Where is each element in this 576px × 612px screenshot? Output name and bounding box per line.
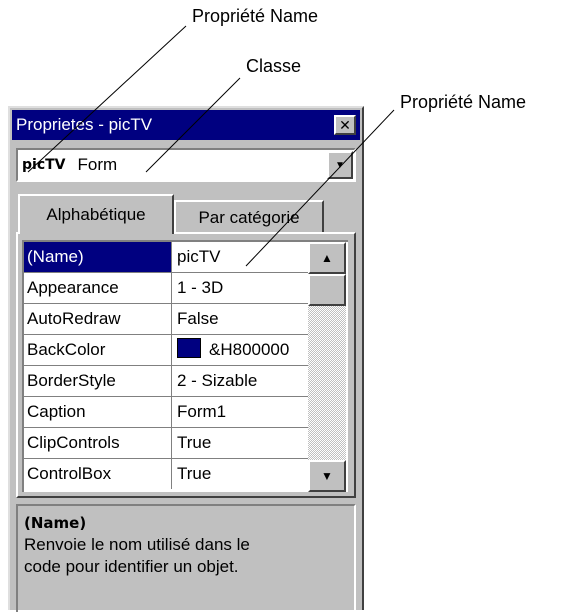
description-line-2: code pour identifier un objet. xyxy=(24,557,239,576)
property-row-caption[interactable]: Caption Form1 xyxy=(24,397,308,428)
property-value[interactable]: picTV xyxy=(173,242,308,272)
property-name: ClipControls xyxy=(24,428,172,458)
property-value[interactable]: True xyxy=(173,459,308,489)
color-swatch xyxy=(177,338,201,358)
description-panel: (Name) Renvoie le nom utilisé dans le co… xyxy=(16,504,356,612)
property-value[interactable]: True xyxy=(173,428,308,458)
tab-alphabetique[interactable]: Alphabétique xyxy=(18,194,174,234)
arrow-up-icon: ▲ xyxy=(321,251,333,265)
tab-par-categorie[interactable]: Par catégorie xyxy=(174,200,324,234)
window-title: Proprietes - picTV xyxy=(16,115,153,134)
property-name: BackColor xyxy=(24,335,172,365)
vertical-scrollbar[interactable]: ▲ ▼ xyxy=(308,242,346,492)
close-button[interactable]: ✕ xyxy=(334,115,356,135)
property-name: Caption xyxy=(24,397,172,427)
description-title: (Name) xyxy=(24,514,87,532)
property-row-clipcontrols[interactable]: ClipControls True xyxy=(24,428,308,459)
property-grid: (Name) picTV Appearance 1 - 3D AutoRedra… xyxy=(22,240,348,492)
arrow-down-icon: ▼ xyxy=(321,469,333,483)
object-dropdown-button[interactable]: ▼ xyxy=(327,151,353,179)
property-row-name[interactable]: (Name) picTV xyxy=(24,242,308,273)
scroll-down-button[interactable]: ▼ xyxy=(308,460,346,492)
property-value[interactable]: &H800000 xyxy=(173,335,308,365)
property-value[interactable]: 1 - 3D xyxy=(173,273,308,303)
object-selector[interactable]: picTV Form ▼ xyxy=(16,148,356,182)
property-value[interactable]: False xyxy=(173,304,308,334)
scroll-up-button[interactable]: ▲ xyxy=(308,242,346,274)
property-name: AutoRedraw xyxy=(24,304,172,334)
annotation-name-property-right: Propriété Name xyxy=(400,92,527,112)
property-row-backcolor[interactable]: BackColor &H800000 xyxy=(24,335,308,366)
object-name: picTV xyxy=(22,157,66,173)
annotation-name-property-top: Propriété Name xyxy=(192,6,319,26)
properties-window: Proprietes - picTV ✕ picTV Form ▼ Alphab… xyxy=(8,106,364,612)
property-name: Appearance xyxy=(24,273,172,303)
property-name: (Name) xyxy=(24,242,172,272)
property-value[interactable]: Form1 xyxy=(173,397,308,427)
object-class: Form xyxy=(77,155,118,174)
chevron-down-icon: ▼ xyxy=(335,159,345,171)
property-row-controlbox[interactable]: ControlBox True xyxy=(24,459,308,490)
annotation-class: Classe xyxy=(246,56,302,76)
property-value[interactable]: 2 - Sizable xyxy=(173,366,308,396)
property-row-borderstyle[interactable]: BorderStyle 2 - Sizable xyxy=(24,366,308,397)
property-name: BorderStyle xyxy=(24,366,172,396)
description-line-1: Renvoie le nom utilisé dans le xyxy=(24,535,250,554)
property-row-autoredraw[interactable]: AutoRedraw False xyxy=(24,304,308,335)
property-name: ControlBox xyxy=(24,459,172,489)
scroll-thumb[interactable] xyxy=(308,274,346,306)
title-bar[interactable]: Proprietes - picTV ✕ xyxy=(12,110,360,140)
property-row-appearance[interactable]: Appearance 1 - 3D xyxy=(24,273,308,304)
close-icon: ✕ xyxy=(339,117,351,133)
backcolor-value: &H800000 xyxy=(209,340,290,359)
